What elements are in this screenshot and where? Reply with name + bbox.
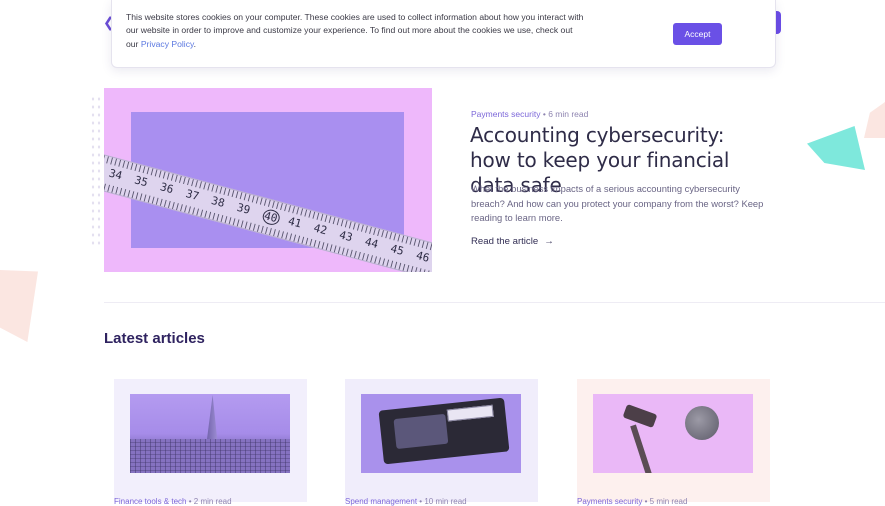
read-article-link[interactable]: Read the article → — [471, 236, 554, 247]
section-divider — [104, 302, 885, 303]
tape-number: 36 — [158, 180, 175, 197]
featured-meta: Payments security • 6 min read — [471, 109, 588, 119]
tape-number: 34 — [107, 166, 124, 183]
card-image-skyline — [130, 394, 290, 473]
tape-number: 45 — [389, 241, 406, 258]
decorative-shape-left — [0, 270, 38, 342]
arrow-right-icon: → — [544, 236, 554, 247]
tape-number: 40 — [260, 207, 282, 227]
article-card[interactable]: Spend management • 10 min read — [345, 379, 538, 506]
tape-number: 41 — [286, 214, 303, 231]
card-image-wallet — [361, 394, 521, 473]
tape-number: 38 — [209, 193, 227, 210]
decorative-teal-shape — [807, 126, 865, 170]
article-card[interactable]: Finance tools & tech • 2 min read — [114, 379, 307, 506]
tape-number: 42 — [312, 221, 329, 238]
tape-number: 37 — [184, 187, 201, 204]
cookie-banner: This website stores cookies on your comp… — [111, 0, 776, 68]
meta-separator: • — [542, 109, 546, 119]
privacy-policy-link[interactable]: Privacy Policy — [141, 39, 194, 49]
latest-articles-heading: Latest articles — [104, 330, 205, 347]
decorative-shape-right — [864, 102, 885, 138]
tape-number: 35 — [133, 173, 150, 190]
featured-read-time: 6 min read — [548, 109, 589, 119]
featured-article-image[interactable]: 3334353637383940414243444546 — [104, 88, 432, 272]
cookie-text: This website stores cookies on your comp… — [126, 12, 584, 49]
decorative-dots — [90, 95, 102, 245]
tape-number: 44 — [363, 235, 380, 252]
tape-number: 39 — [235, 200, 252, 217]
tape-number: 46 — [414, 248, 431, 265]
accept-cookies-button[interactable]: Accept — [673, 23, 722, 45]
tape-number: 43 — [337, 228, 355, 245]
article-card[interactable]: Payments security • 5 min read — [577, 379, 770, 506]
featured-category[interactable]: Payments security — [471, 109, 540, 119]
featured-description: What the business impacts of a serious a… — [471, 183, 764, 224]
card-image-gavel — [593, 394, 753, 473]
